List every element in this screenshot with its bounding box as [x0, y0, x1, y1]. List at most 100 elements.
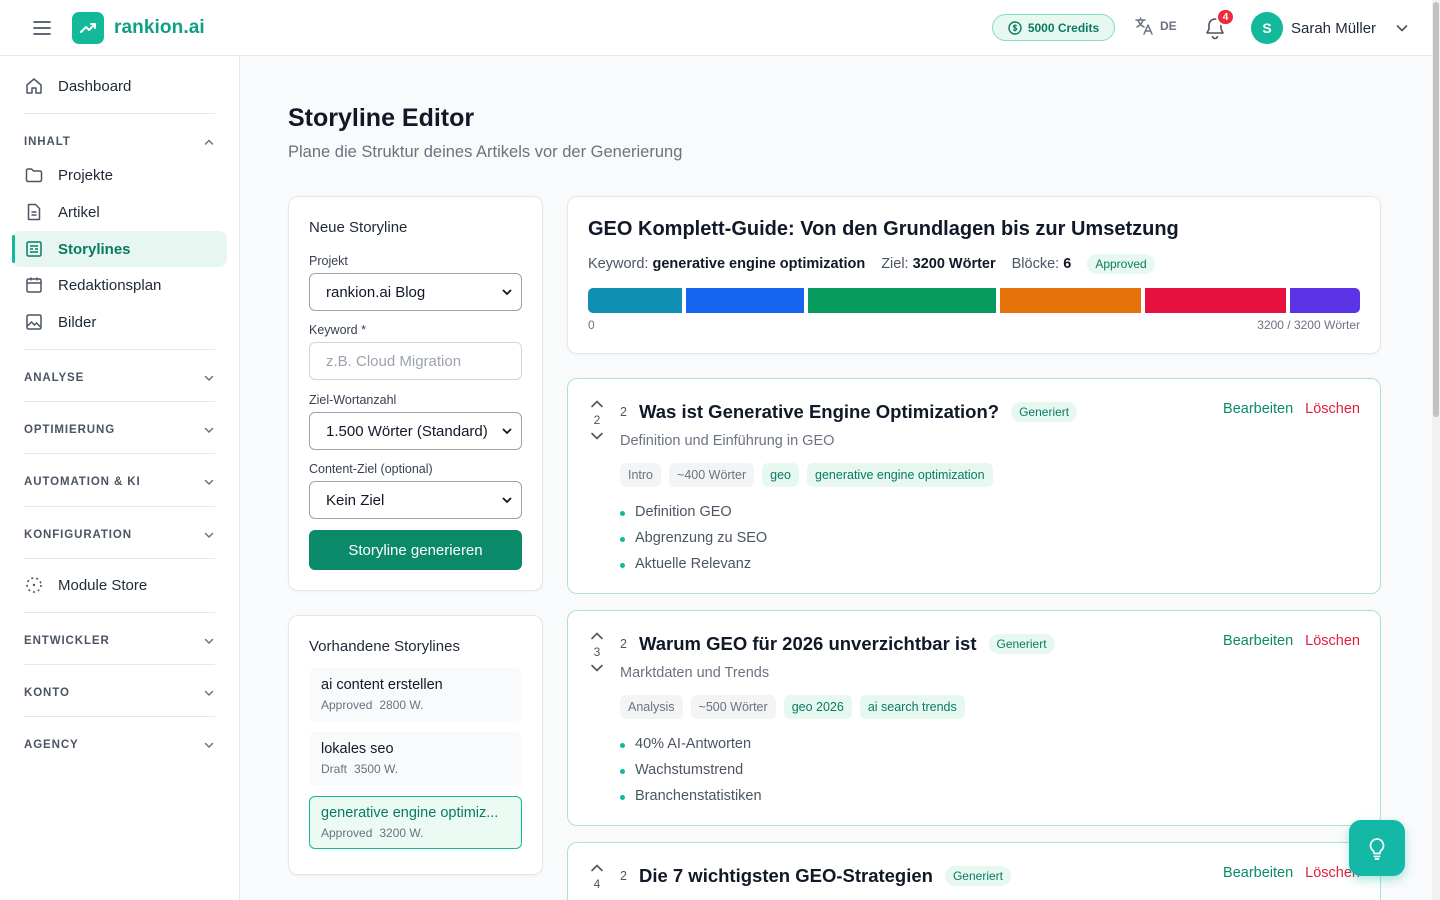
divider	[24, 401, 215, 402]
generate-storyline-button[interactable]: Storyline generieren	[309, 530, 522, 570]
chevron-down-icon	[204, 479, 214, 486]
edit-button[interactable]: Bearbeiten	[1223, 401, 1293, 417]
sidebar-item-dashboard[interactable]: Dashboard	[12, 68, 227, 104]
sidebar-item-label: Module Store	[58, 576, 148, 594]
user-name: Sarah Müller	[1291, 19, 1377, 37]
credits-label: 5000 Credits	[1027, 20, 1100, 35]
section-automation[interactable]: AUTOMATION & KI	[24, 472, 215, 492]
page-scrollbar[interactable]	[1432, 0, 1440, 900]
language-switcher[interactable]: DE	[1134, 16, 1177, 36]
storyline-words: 2800 W.	[379, 698, 424, 712]
chevron-down-icon	[204, 532, 214, 539]
chevron-up-icon[interactable]	[590, 863, 604, 873]
block-order: 4	[593, 877, 601, 891]
target-words-select[interactable]: 1.500 Wörter (Standard)	[309, 412, 522, 450]
sidebar-item-projekte[interactable]: Projekte	[12, 157, 227, 193]
section-optimierung[interactable]: OPTIMIERUNG	[24, 420, 215, 440]
reorder-controls: 3	[588, 631, 606, 673]
storyline-name: lokales seo	[321, 741, 394, 757]
chevron-down-icon[interactable]	[590, 431, 604, 441]
hamburger-menu-button[interactable]	[30, 17, 54, 39]
edit-button[interactable]: Bearbeiten	[1223, 633, 1293, 649]
brand-name: rankion.ai	[114, 17, 205, 38]
sidebar-item-module-store[interactable]: Module Store	[12, 567, 227, 603]
divider	[24, 664, 215, 665]
chevron-down-icon[interactable]	[590, 663, 604, 673]
storyline-icon	[24, 239, 44, 259]
storyline-list-item[interactable]: lokales seo Draft 3500 W.	[309, 732, 522, 785]
section-analyse[interactable]: ANALYSE	[24, 368, 215, 388]
scrollbar-thumb[interactable]	[1433, 2, 1439, 417]
keyword-tag: geo	[762, 463, 800, 487]
new-storyline-card: Neue Storyline Projekt rankion.ai Blog K…	[288, 196, 543, 591]
storyline-status: Approved	[321, 698, 373, 712]
keyword-meta-label: Keyword:	[588, 256, 649, 272]
home-icon	[24, 76, 44, 96]
block-tags: Intro ~400 Wörter geo generative engine …	[620, 463, 993, 487]
section-konto[interactable]: KONTO	[24, 683, 215, 703]
sidebar-item-artikel[interactable]: Artikel	[12, 194, 227, 230]
block-type-tag: Analysis	[620, 695, 683, 719]
card-title: Neue Storyline	[309, 219, 408, 236]
keyword-input[interactable]	[309, 342, 522, 380]
block-index: 2	[620, 637, 627, 651]
storyline-list-item-selected[interactable]: generative engine optimiz... Approved 320…	[309, 796, 522, 849]
storyline-meta: Keyword: generative engine optimization …	[588, 254, 1155, 274]
section-entwickler[interactable]: ENTWICKLER	[24, 631, 215, 651]
sidebar-item-storylines[interactable]: Storylines	[12, 231, 227, 267]
word-segment	[588, 288, 682, 313]
sidebar-item-bilder[interactable]: Bilder	[12, 304, 227, 340]
content-goal-label: Content-Ziel (optional)	[309, 462, 433, 476]
chevron-up-icon[interactable]	[590, 399, 604, 409]
keyword-label: Keyword *	[309, 323, 366, 337]
sidebar-item-redaktionsplan[interactable]: Redaktionsplan	[12, 267, 227, 303]
chevron-down-icon	[204, 638, 214, 645]
sidebar-item-label: Artikel	[58, 203, 100, 221]
credits-badge[interactable]: 5000 Credits	[992, 14, 1115, 41]
delete-button[interactable]: Löschen	[1305, 401, 1360, 417]
section-konfiguration[interactable]: KONFIGURATION	[24, 525, 215, 545]
storyline-overview-card: GEO Komplett-Guide: Von den Grundlagen b…	[567, 196, 1381, 354]
content-goal-select[interactable]: Kein Ziel	[309, 481, 522, 519]
word-segment	[1144, 288, 1286, 313]
word-distribution-bar	[588, 288, 1360, 313]
user-menu[interactable]: S Sarah Müller	[1251, 12, 1410, 44]
section-agency[interactable]: AGENCY	[24, 735, 215, 755]
divider	[24, 506, 215, 507]
sidebar-item-label: Storylines	[58, 240, 131, 258]
storyline-list-item[interactable]: ai content erstellen Approved 2800 W.	[309, 668, 522, 721]
sidebar-item-label: Dashboard	[58, 77, 132, 95]
section-label: INHALT	[24, 136, 71, 148]
tips-button[interactable]	[1349, 820, 1405, 876]
target-meta-label: Ziel:	[881, 256, 909, 272]
divider	[24, 113, 215, 114]
translate-icon	[1135, 17, 1153, 35]
content-goal-select-value: Kein Ziel	[326, 491, 385, 509]
sidebar-item-label: Redaktionsplan	[58, 276, 162, 294]
project-select[interactable]: rankion.ai Blog	[309, 273, 522, 311]
target-words-select-value: 1.500 Wörter (Standard)	[326, 422, 488, 440]
delete-button[interactable]: Löschen	[1305, 633, 1360, 649]
block-order: 3	[593, 645, 601, 659]
chevron-up-icon[interactable]	[590, 631, 604, 641]
avatar: S	[1251, 12, 1283, 44]
blocks-count: 6	[1063, 256, 1072, 272]
block-index: 2	[620, 405, 627, 419]
storyline-name: ai content erstellen	[321, 677, 443, 693]
list-item: Wachstumstrend	[620, 757, 762, 783]
project-label: Projekt	[309, 254, 348, 268]
word-count-tag: ~500 Wörter	[690, 695, 776, 719]
section-label: ANALYSE	[24, 372, 85, 384]
storyline-block: 4 2 Die 7 wichtigsten GEO-Strategien Gen…	[567, 842, 1381, 900]
storyline-block: 3 2 Warum GEO für 2026 unverzichtbar ist…	[567, 610, 1381, 826]
edit-button[interactable]: Bearbeiten	[1223, 865, 1293, 881]
status-badge: Approved	[1087, 254, 1155, 274]
block-points: Definition GEO Abgrenzung zu SEO Aktuell…	[620, 499, 767, 577]
chevron-down-icon	[204, 375, 214, 382]
lightbulb-icon	[1369, 838, 1385, 860]
section-inhalt[interactable]: INHALT	[24, 132, 215, 152]
storyline-status: Draft	[321, 762, 348, 776]
storyline-status: Approved	[321, 826, 373, 840]
brand-logo[interactable]: rankion.ai	[72, 12, 205, 44]
block-type-tag: Intro	[620, 463, 662, 487]
